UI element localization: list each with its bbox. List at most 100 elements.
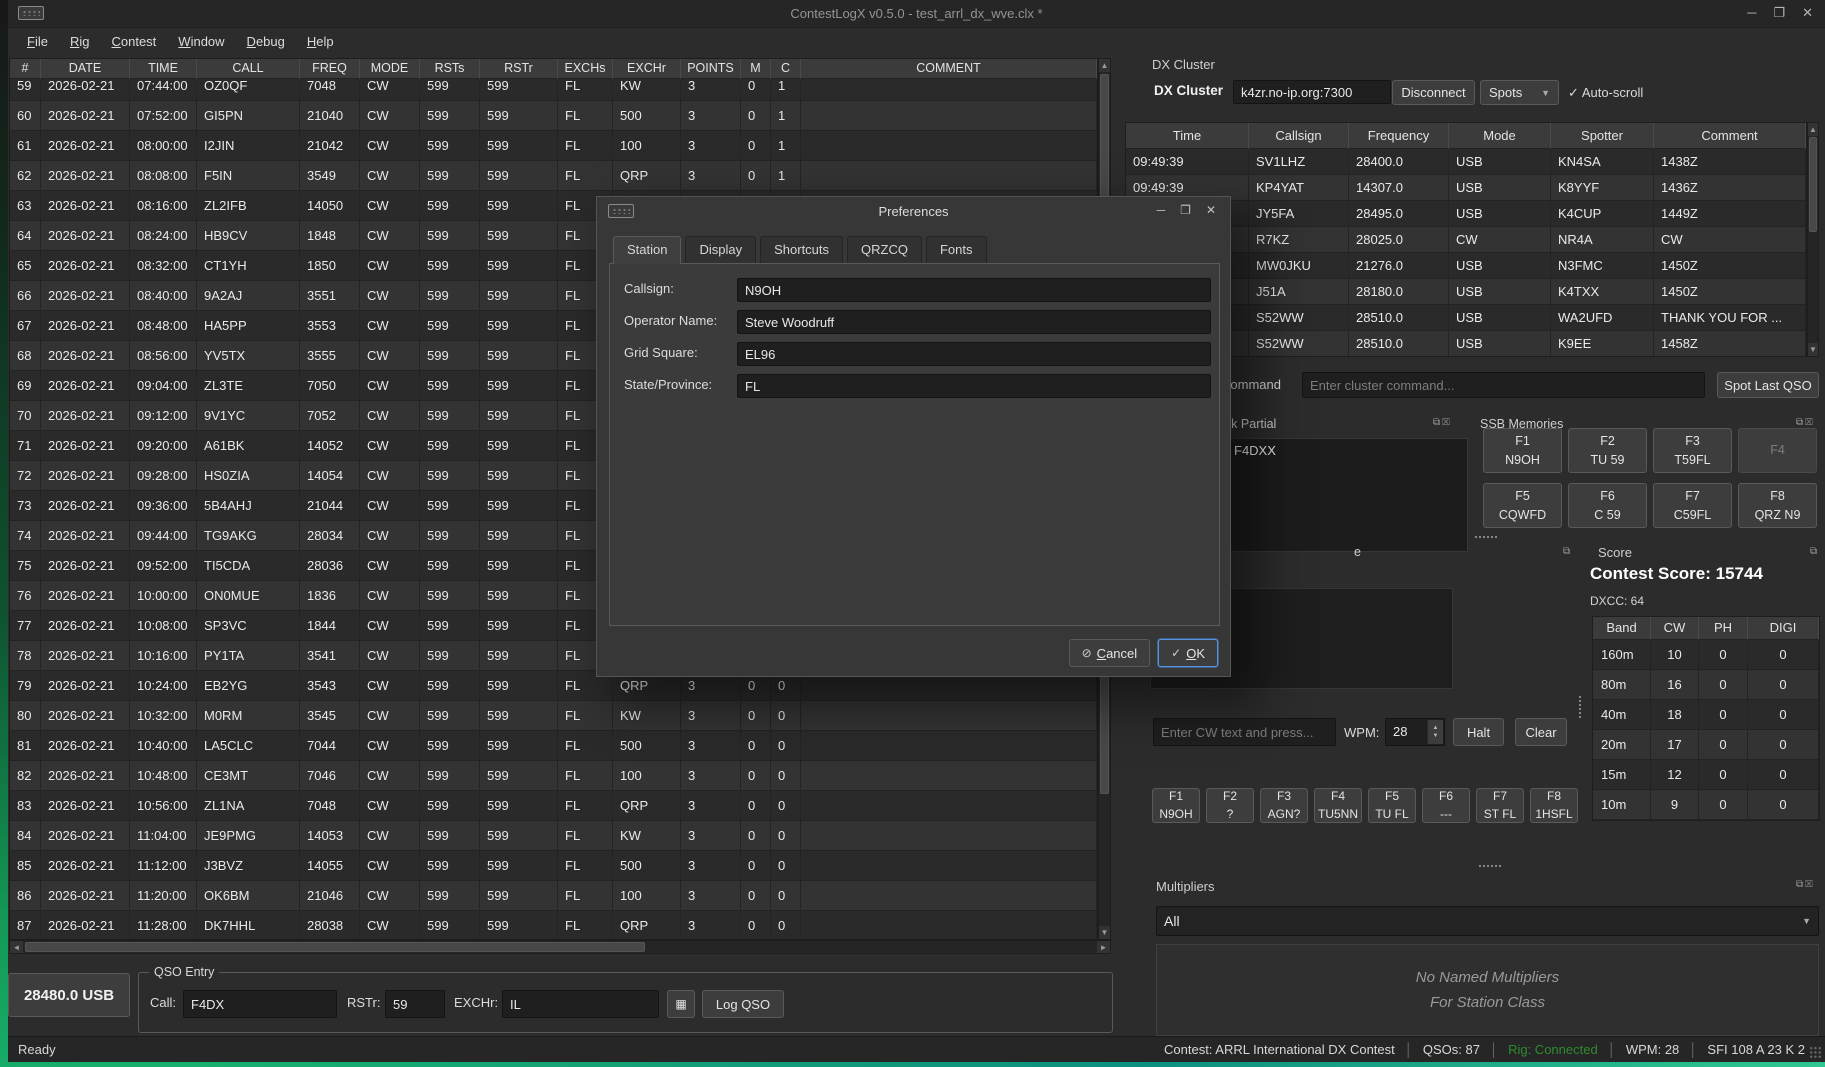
close-panel-icon[interactable]: ☒ xyxy=(1805,417,1815,428)
close-icon[interactable]: ✕ xyxy=(1802,5,1813,21)
spots-dropdown[interactable]: Spots ▼ xyxy=(1480,80,1559,105)
callsign-field[interactable] xyxy=(737,278,1211,302)
spinner-up-icon[interactable]: ▲ xyxy=(1433,724,1439,732)
frequency-display-button[interactable]: 28480.0 USB xyxy=(8,973,130,1017)
column-header[interactable]: # xyxy=(10,59,41,79)
table-row[interactable]: 872026-02-2111:28:00DK7HHL28038CW599599F… xyxy=(10,911,1097,940)
menu-window[interactable]: Window xyxy=(169,30,233,53)
table-row[interactable]: 15m1200 xyxy=(1593,760,1819,790)
table-row[interactable]: 862026-02-2111:20:00OK6BM21046CW599599FL… xyxy=(10,881,1097,911)
column-header[interactable]: Comment xyxy=(1654,123,1806,149)
cancel-button[interactable]: ⊘ Cancel xyxy=(1069,639,1151,667)
log-horizontal-scrollbar[interactable]: ◄ ► xyxy=(9,940,1111,954)
table-row[interactable]: 10m900 xyxy=(1593,790,1819,820)
cluster-server-input[interactable] xyxy=(1233,80,1391,104)
column-header[interactable]: FREQ xyxy=(300,59,360,79)
table-row[interactable]: 842026-02-2111:04:00JE9PMG14053CW599599F… xyxy=(10,821,1097,851)
ssb-memory-f4[interactable]: F4 xyxy=(1738,428,1817,473)
ssb-memory-f6[interactable]: F6C 59 xyxy=(1568,483,1647,528)
cw-memory-f1[interactable]: F1N9OH xyxy=(1152,788,1200,823)
spot-last-qso-button[interactable]: Spot Last QSO xyxy=(1717,372,1819,398)
splitter-handle[interactable] xyxy=(1478,864,1502,869)
scroll-down-icon[interactable]: ▼ xyxy=(1808,343,1818,356)
close-panel-icon[interactable]: ☒ xyxy=(1442,417,1452,428)
column-header[interactable]: POINTS xyxy=(681,59,741,79)
column-header[interactable]: Spotter xyxy=(1551,123,1654,149)
column-header[interactable]: Frequency xyxy=(1349,123,1449,149)
cw-memory-f3[interactable]: F3AGN? xyxy=(1260,788,1308,823)
cw-memory-f7[interactable]: F7ST FL xyxy=(1476,788,1524,823)
halt-button[interactable]: Halt xyxy=(1453,718,1504,746)
table-row[interactable]: 09:49:39SV1LHZ28400.0USBKN4SA1438Z xyxy=(1126,149,1806,175)
table-row[interactable]: 612026-02-2108:00:00I2JIN21042CW599599FL… xyxy=(10,131,1097,161)
close-icon[interactable]: ✕ xyxy=(1206,203,1216,217)
table-row[interactable]: 812026-02-2110:40:00LA5CLC7044CW599599FL… xyxy=(10,731,1097,761)
ssb-memory-f3[interactable]: F3T59FL xyxy=(1653,428,1732,473)
scroll-up-icon[interactable]: ▲ xyxy=(1808,123,1818,136)
ok-button[interactable]: ✓ OK xyxy=(1158,639,1218,667)
tab-qrzcq[interactable]: QRZCQ xyxy=(847,236,922,263)
tab-station[interactable]: Station xyxy=(613,236,681,264)
table-row[interactable]: 622026-02-2108:08:00F5IN3549CW599599FLQR… xyxy=(10,161,1097,191)
maximize-icon[interactable]: ❐ xyxy=(1773,5,1785,21)
table-row[interactable]: 20m1700 xyxy=(1593,730,1819,760)
disconnect-button[interactable]: Disconnect xyxy=(1392,80,1475,105)
table-row[interactable]: 852026-02-2111:12:00J3BVZ14055CW599599FL… xyxy=(10,851,1097,881)
column-header[interactable]: MODE xyxy=(360,59,420,79)
menu-rig[interactable]: Rig xyxy=(61,30,99,53)
cw-memory-f8[interactable]: F81HSFL xyxy=(1530,788,1578,823)
menu-help[interactable]: Help xyxy=(298,30,343,53)
tab-display[interactable]: Display xyxy=(685,236,756,263)
scroll-up-icon[interactable]: ▲ xyxy=(1099,59,1110,72)
cw-memory-f6[interactable]: F6--- xyxy=(1422,788,1470,823)
ssb-memory-f7[interactable]: F7C59FL xyxy=(1653,483,1732,528)
scroll-right-icon[interactable]: ► xyxy=(1097,941,1110,953)
scroll-down-icon[interactable]: ▼ xyxy=(1099,926,1110,939)
float-panel-icon[interactable]: ⧉ xyxy=(1796,879,1805,890)
multipliers-filter-dropdown[interactable]: All ▼ xyxy=(1156,906,1819,936)
column-header[interactable]: CW xyxy=(1651,617,1699,640)
resize-grip[interactable] xyxy=(1809,1046,1822,1059)
table-row[interactable]: 602026-02-2107:52:00GI5PN21040CW599599FL… xyxy=(10,101,1097,131)
column-header[interactable]: CALL xyxy=(197,59,300,79)
ssb-memory-f2[interactable]: F2TU 59 xyxy=(1568,428,1647,473)
column-header[interactable]: RSTr xyxy=(480,59,558,79)
tab-fonts[interactable]: Fonts xyxy=(926,236,987,263)
column-header[interactable]: Time xyxy=(1126,123,1249,149)
state-province-field[interactable] xyxy=(737,374,1211,398)
column-header[interactable]: RSTs xyxy=(420,59,480,79)
call-input[interactable] xyxy=(183,990,337,1018)
column-header[interactable]: TIME xyxy=(130,59,197,79)
column-header[interactable]: M xyxy=(741,59,771,79)
table-row[interactable]: 160m1000 xyxy=(1593,640,1819,670)
ssb-memory-f5[interactable]: F5CQWFD xyxy=(1483,483,1562,528)
maximize-icon[interactable]: ❐ xyxy=(1180,203,1191,217)
autoscroll-checkbox[interactable]: ✓ Auto-scroll xyxy=(1568,85,1643,101)
table-row[interactable]: 802026-02-2110:32:00M0RM3545CW599599FLKW… xyxy=(10,701,1097,731)
clear-button[interactable]: Clear xyxy=(1515,718,1567,746)
minimize-icon[interactable]: ─ xyxy=(1157,203,1166,217)
wpm-spinner[interactable]: 28 ▲▼ xyxy=(1385,718,1445,746)
splitter-handle[interactable] xyxy=(1578,695,1583,719)
column-header[interactable]: Callsign xyxy=(1249,123,1349,149)
menu-file[interactable]: File xyxy=(18,30,57,53)
ssb-memory-f1[interactable]: F1N9OH xyxy=(1483,428,1562,473)
column-header[interactable]: COMMENT xyxy=(801,59,1097,79)
cw-memory-f4[interactable]: F4TU5NN xyxy=(1314,788,1362,823)
float-panel-icon[interactable]: ⧉ xyxy=(1433,417,1442,428)
menu-contest[interactable]: Contest xyxy=(102,30,165,53)
grid-square-field[interactable] xyxy=(737,342,1211,366)
column-header[interactable]: DATE xyxy=(41,59,130,79)
grid-icon-button[interactable]: ▦ xyxy=(667,990,695,1018)
splitter-handle[interactable] xyxy=(1474,535,1498,540)
cluster-command-input[interactable] xyxy=(1302,372,1705,398)
cw-memory-f2[interactable]: F2? xyxy=(1206,788,1254,823)
ssb-memory-f8[interactable]: F8QRZ N9 xyxy=(1738,483,1817,528)
minimize-icon[interactable]: ─ xyxy=(1747,5,1756,21)
float-panel-icon[interactable]: ⧉ xyxy=(1563,546,1572,557)
table-row[interactable]: 832026-02-2110:56:00ZL1NA7048CW599599FLQ… xyxy=(10,791,1097,821)
spots-vscroll-thumb[interactable] xyxy=(1809,137,1817,232)
table-row[interactable]: 822026-02-2110:48:00CE3MT7046CW599599FL1… xyxy=(10,761,1097,791)
cw-text-input[interactable] xyxy=(1153,718,1336,746)
column-header[interactable]: C xyxy=(771,59,801,79)
